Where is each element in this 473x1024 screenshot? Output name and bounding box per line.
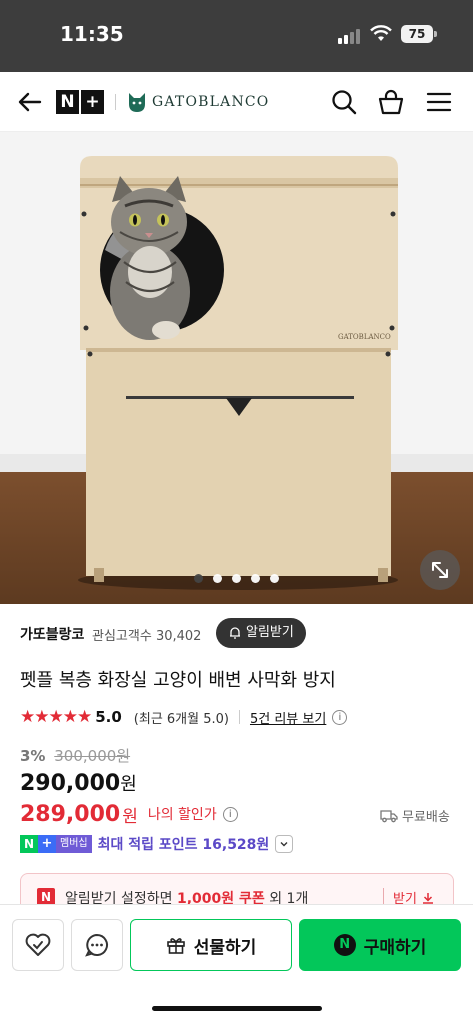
gatoblanco-cat-logo-icon[interactable] bbox=[126, 90, 148, 114]
gift-button[interactable]: 선물하기 bbox=[130, 919, 292, 971]
rating-score: 5.0 bbox=[95, 708, 122, 726]
rating-row: ★★★★★ 5.0 (최근 6개월 5.0) 5건 리뷰 보기 i bbox=[20, 706, 348, 728]
sale-price: 290,000원 bbox=[20, 770, 137, 796]
nplus-store-logo[interactable]: N + bbox=[56, 90, 106, 114]
search-icon[interactable] bbox=[330, 88, 358, 116]
alarm-button-label: 알림받기 bbox=[246, 625, 294, 640]
store-alarm-button[interactable]: 알림받기 bbox=[216, 618, 306, 648]
wishlist-button[interactable] bbox=[12, 919, 64, 971]
status-time: 11:35 bbox=[60, 22, 124, 46]
expand-image-button[interactable] bbox=[420, 550, 460, 590]
carousel-dots bbox=[194, 574, 279, 583]
cellular-signal-icon bbox=[338, 29, 360, 44]
carousel-dot[interactable] bbox=[213, 574, 222, 583]
my-discount-price: 289,000 원 나의 할인가 i bbox=[20, 800, 238, 828]
chat-button[interactable] bbox=[71, 919, 123, 971]
bell-plus-icon bbox=[230, 627, 240, 639]
product-title: 펫플 복층 화장실 고양이 배변 사막화 방지 bbox=[20, 670, 336, 691]
cabinet-brand-label: GATOBLANCO bbox=[338, 333, 391, 341]
store-fans: 관심고객수 30,402 bbox=[92, 625, 201, 644]
cart-icon[interactable] bbox=[377, 88, 405, 116]
chevron-down-icon bbox=[280, 842, 288, 847]
buy-button[interactable]: N 구매하기 bbox=[299, 919, 461, 971]
wifi-icon bbox=[370, 25, 392, 41]
coupon-separator bbox=[383, 888, 384, 904]
top-nav: N + GATOBLANCO bbox=[0, 72, 473, 132]
home-indicator bbox=[152, 1006, 322, 1011]
badge-n: N bbox=[20, 835, 38, 853]
litter-cabinet-product-image: GATOBLANCO bbox=[78, 156, 398, 590]
expand-icon bbox=[432, 562, 448, 578]
carousel-dot[interactable] bbox=[232, 574, 241, 583]
sale-price-currency: 원 bbox=[120, 774, 137, 795]
my-price-label: 나의 할인가 bbox=[147, 807, 217, 823]
battery-tip bbox=[434, 31, 437, 37]
rating-stars: ★★★★★ bbox=[20, 707, 92, 727]
product-image-carousel[interactable]: GATOBLANCO bbox=[0, 132, 473, 604]
badge-plus: + bbox=[38, 835, 56, 853]
buy-button-label: 구매하기 bbox=[363, 937, 427, 958]
header-divider bbox=[115, 94, 116, 110]
carousel-dot[interactable] bbox=[251, 574, 260, 583]
carousel-dot[interactable] bbox=[270, 574, 279, 583]
brand-name[interactable]: GATOBLANCO bbox=[152, 94, 269, 110]
nplus-membership-badge: N + 멤버십 bbox=[20, 835, 92, 853]
back-arrow-icon[interactable] bbox=[16, 88, 44, 116]
heart-check-icon bbox=[25, 933, 51, 956]
naver-pay-n-icon: N bbox=[333, 934, 356, 956]
truck-icon bbox=[380, 809, 398, 822]
rating-separator bbox=[238, 710, 240, 724]
reviews-link[interactable]: 5건 리뷰 보기 bbox=[250, 708, 326, 727]
carousel-dot[interactable] bbox=[194, 574, 203, 583]
badge-membership: 멤버십 bbox=[56, 835, 92, 853]
nplus-plus-glyph: + bbox=[81, 90, 104, 114]
menu-icon[interactable] bbox=[425, 88, 453, 116]
points-expand-button[interactable] bbox=[275, 835, 294, 853]
nplus-n-glyph: N bbox=[56, 90, 79, 114]
download-icon bbox=[422, 892, 433, 904]
max-points-text: 최대 적립 포인트 16,528원 bbox=[97, 837, 270, 853]
recent-rating: (최근 6개월 5.0) bbox=[133, 711, 229, 727]
free-shipping: 무료배송 bbox=[380, 806, 450, 825]
store-info-row: 가또블랑코 관심고객수 30,402 알림받기 bbox=[20, 618, 460, 650]
discount-row: 3% 300,000원 bbox=[20, 745, 130, 766]
discount-percent: 3% bbox=[20, 747, 46, 765]
info-icon[interactable]: i bbox=[222, 806, 238, 822]
fans-label: 관심고객수 bbox=[92, 629, 152, 644]
shipping-label: 무료배송 bbox=[402, 810, 450, 825]
sale-price-amount: 290,000 bbox=[20, 771, 121, 796]
info-icon[interactable]: i bbox=[332, 709, 348, 725]
points-row[interactable]: N + 멤버십 최대 적립 포인트 16,528원 bbox=[20, 834, 294, 854]
my-price-amount: 289,000 bbox=[20, 801, 121, 827]
gift-icon bbox=[166, 938, 185, 954]
my-price-currency: 원 bbox=[122, 806, 138, 827]
chat-bubble-icon bbox=[85, 933, 108, 957]
gift-button-label: 선물하기 bbox=[193, 937, 257, 958]
store-name[interactable]: 가또블랑코 bbox=[20, 624, 84, 644]
battery-indicator: 75 bbox=[401, 25, 433, 43]
status-bar: 11:35 75 bbox=[0, 0, 473, 72]
fans-count: 30,402 bbox=[155, 629, 202, 644]
original-price: 300,000원 bbox=[54, 747, 131, 765]
